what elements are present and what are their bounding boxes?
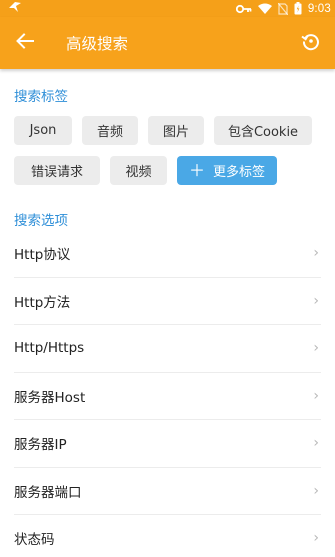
options-section-title: 搜索选项 (14, 213, 68, 229)
status-time: 9:03 (307, 2, 331, 15)
option-label: Http协议 (14, 247, 71, 264)
option-http-protocol[interactable]: Http协议 › (14, 230, 321, 278)
tags-section-title: 搜索标签 (14, 89, 68, 105)
app-notification-icon (8, 1, 22, 16)
history-icon (301, 31, 321, 55)
chevron-right-icon: › (313, 340, 319, 357)
chevron-right-icon: › (313, 292, 319, 309)
option-list: Http协议 › Http方法 › Http/Https › 服务器Host ›… (14, 230, 321, 557)
no-sim-icon (277, 2, 288, 15)
tag-list: Json 音频 图片 包含Cookie 错误请求 视频 ＋ 更多标签 (14, 116, 329, 196)
more-tags-button[interactable]: ＋ 更多标签 (177, 156, 278, 185)
battery-icon (294, 2, 302, 15)
option-label: 状态码 (14, 532, 55, 549)
option-http-method[interactable]: Http方法 › (14, 278, 321, 325)
tag-chip[interactable]: 音频 (82, 116, 138, 145)
option-server-ip[interactable]: 服务器IP › (14, 420, 321, 468)
back-button[interactable] (2, 17, 48, 69)
wifi-icon (257, 3, 272, 14)
chevron-right-icon: › (313, 482, 319, 499)
chevron-right-icon: › (313, 245, 319, 262)
chevron-right-icon: › (313, 387, 319, 404)
plus-icon: ＋ (189, 160, 206, 180)
option-label: 服务器端口 (14, 484, 82, 501)
history-button[interactable] (289, 17, 333, 69)
chevron-right-icon: › (313, 530, 319, 547)
key-icon (235, 4, 252, 14)
more-tags-label: 更多标签 (213, 165, 266, 180)
option-http-https[interactable]: Http/Https › (14, 325, 321, 373)
arrow-left-icon (16, 33, 34, 53)
tag-row: Json 音频 图片 包含Cookie (14, 116, 329, 145)
option-status-code[interactable]: 状态码 › (14, 515, 321, 557)
tag-chip[interactable]: 错误请求 (14, 156, 100, 185)
tag-chip[interactable]: 包含Cookie (214, 116, 312, 145)
app-bar: 高级搜索 (0, 17, 335, 69)
tag-chip[interactable]: 图片 (148, 116, 204, 145)
option-label: Http/Https (14, 340, 85, 357)
tag-chip[interactable]: Json (14, 116, 72, 145)
option-label: 服务器Host (14, 389, 86, 406)
option-label: 服务器IP (14, 437, 67, 454)
page-title: 高级搜索 (66, 35, 129, 53)
option-label: Http方法 (14, 294, 71, 311)
tag-chip[interactable]: 视频 (110, 156, 167, 185)
status-bar: 9:03 (0, 0, 335, 17)
option-server-port[interactable]: 服务器端口 › (14, 468, 321, 515)
option-server-host[interactable]: 服务器Host › (14, 373, 321, 420)
tag-row: 错误请求 视频 ＋ 更多标签 (14, 156, 329, 185)
chevron-right-icon: › (313, 435, 319, 452)
